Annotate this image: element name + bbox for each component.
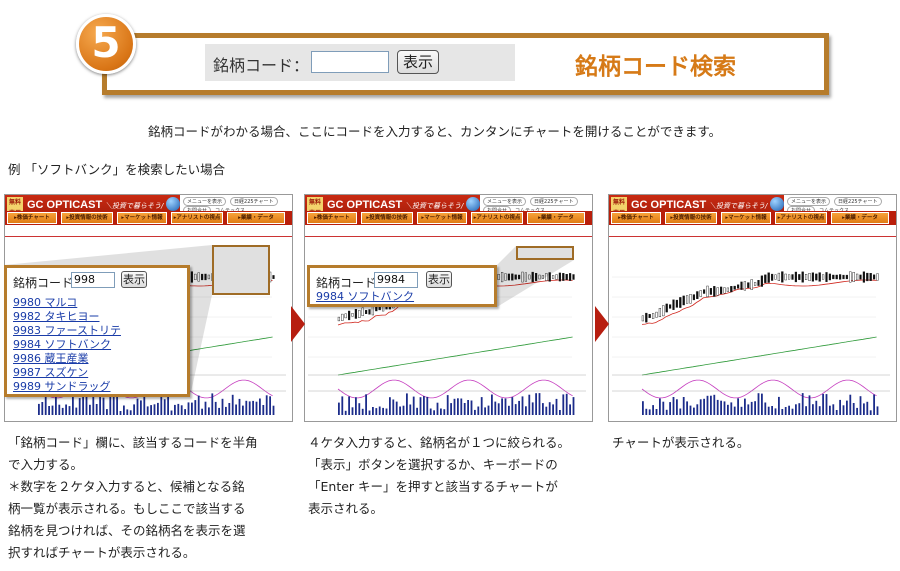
divider <box>609 236 896 237</box>
site-logo[interactable]: GC OPTICAST <box>27 199 102 211</box>
caption-line: 「銘柄コード」欄に、該当するコードを半角 <box>8 435 258 450</box>
caption-line: チャートが表示される。 <box>612 435 750 450</box>
site-logo[interactable]: GC OPTICAST <box>327 199 402 211</box>
globe-icon <box>466 197 480 211</box>
header-links: メニューを表示日経225チャートお問合せコムテックス <box>483 197 590 215</box>
stock-chart <box>612 257 890 419</box>
arrow-1-icon <box>291 306 305 342</box>
site-menu-item[interactable]: ▸業績・データ <box>227 212 285 224</box>
header-link[interactable]: メニューを表示 <box>483 197 527 206</box>
example-text: 例 「ソフトバンク」を検索したい場合 <box>8 162 226 177</box>
caption-step-1: 「銘柄コード」欄に、該当するコードを半角 で入力する。 ＊数字を２ケタ入力すると… <box>8 432 293 564</box>
site-menu-item[interactable]: ▸アナリストの視点 <box>775 212 827 224</box>
caption-line: ＊数字を２ケタ入力すると、候補となる銘 <box>8 479 245 494</box>
stock-chart-svg <box>612 257 890 419</box>
popup-show-button[interactable]: 表示 <box>121 271 147 288</box>
caption-line: で入力する。 <box>8 457 84 472</box>
globe-icon <box>770 197 784 211</box>
search-label: 銘柄コード： <box>213 56 310 75</box>
caption-line: 銘柄を見つければ、その銘柄名を表示を選 <box>8 523 246 538</box>
site-menu-item[interactable]: ▸投資情報の技術 <box>361 212 413 224</box>
suggest-popup-zoom: 銘柄コード： 998 表示 9980 マルコ 9982 タキヒヨー 9983 フ… <box>4 265 190 397</box>
caption-step-3: チャートが表示される。 <box>612 432 892 454</box>
site-screenshot-2: 無料専用 GC OPTICAST ＼投資で暮らそう/ メニューを表示日経225チ… <box>304 194 593 422</box>
site-menu-item[interactable]: ▸マーケット情報 <box>417 212 467 224</box>
divider <box>5 236 292 237</box>
caption-line: 柄一覧が表示される。もしここで該当する <box>8 501 246 516</box>
site-menu-item[interactable]: ▸マーケット情報 <box>117 212 167 224</box>
site-menu-item[interactable]: ▸アナリストの視点 <box>171 212 223 224</box>
caption-line: 表示される。 <box>308 501 384 516</box>
header-links: メニューを表示日経225チャートお問合せコムテックス <box>787 197 894 215</box>
popup-show-button[interactable]: 表示 <box>426 271 452 288</box>
suggestion-item[interactable]: 9984 ソフトバンク <box>316 288 414 304</box>
site-menu-bar: ▸株価チャート ▸投資情報の技術 ▸マーケット情報 ▸アナリストの視点 ▸業績・データ <box>609 211 896 225</box>
header-links: メニューを表示日経225チャートお問合せコムテックス <box>183 197 290 215</box>
caption-line: 「表示」ボタンを選択するか、キーボードの <box>308 457 558 472</box>
breadcrumb <box>8 227 291 235</box>
step-number-badge: 5 <box>76 14 136 74</box>
chart-toolbar <box>612 238 895 248</box>
site-menu-item[interactable]: ▸業績・データ <box>831 212 889 224</box>
site-tagline: ＼投資で暮らそう/ <box>105 202 164 210</box>
indicator-buttons <box>308 250 399 265</box>
popup-code-input[interactable]: 998 <box>71 272 115 288</box>
site-tagline: ＼投資で暮らそう/ <box>405 202 464 210</box>
site-menu-item[interactable]: ▸投資情報の技術 <box>61 212 113 224</box>
site-screenshot-3: 無料専用 GC OPTICAST ＼投資で暮らそう/ メニューを表示日経225チ… <box>608 194 897 422</box>
header-link[interactable]: メニューを表示 <box>183 197 227 206</box>
popup-code-input[interactable]: 9984 <box>374 272 418 288</box>
breadcrumb <box>308 227 591 235</box>
site-menu-item[interactable]: ▸業績・データ <box>527 212 585 224</box>
site-menu-item[interactable]: ▸株価チャート <box>307 212 357 224</box>
site-menu-item[interactable]: ▸アナリストの視点 <box>471 212 523 224</box>
indicator-buttons <box>612 250 703 265</box>
site-menu-item[interactable]: ▸投資情報の技術 <box>665 212 717 224</box>
site-menu-bar: ▸株価チャート ▸投資情報の技術 ▸マーケット情報 ▸アナリストの視点 ▸業績・データ <box>305 211 592 225</box>
code-search-input[interactable] <box>311 51 389 73</box>
site-menu-item[interactable]: ▸マーケット情報 <box>721 212 771 224</box>
header-link[interactable]: 日経225チャート <box>834 197 882 206</box>
arrow-2-icon <box>595 306 609 342</box>
mini-suggest-popup <box>212 245 270 295</box>
step-title: 銘柄コード検索 <box>575 54 736 80</box>
site-tagline: ＼投資で暮らそう/ <box>709 202 768 210</box>
caption-line: ４ケタ入力すると、銘柄名が１つに絞られる。 <box>308 435 571 450</box>
header-link[interactable]: 日経225チャート <box>530 197 578 206</box>
caption-line: 「Enter キー」を押すと該当するチャートが <box>308 479 558 494</box>
indicator-buttons <box>8 250 99 265</box>
intro-text: 銘柄コードがわかる場合、ここにコードを入力すると、カンタンにチャートを開けること… <box>148 124 722 139</box>
globe-icon <box>166 197 180 211</box>
caption-line: 択すればチャートが表示される。 <box>8 545 196 560</box>
site-menu-bar: ▸株価チャート ▸投資情報の技術 ▸マーケット情報 ▸アナリストの視点 ▸業績・データ <box>5 211 292 225</box>
header-link[interactable]: メニューを表示 <box>787 197 831 206</box>
site-menu-item[interactable]: ▸株価チャート <box>7 212 57 224</box>
single-result-popup-zoom: 銘柄コード： 9984 表示 9984 ソフトバンク <box>307 265 497 307</box>
site-logo[interactable]: GC OPTICAST <box>631 199 706 211</box>
suggestion-item[interactable]: 9989 サンドラッグ <box>13 378 111 394</box>
mini-result-popup <box>516 246 574 260</box>
site-menu-item[interactable]: ▸株価チャート <box>611 212 661 224</box>
breadcrumb <box>612 227 895 235</box>
code-search-panel: 銘柄コード： 表示 <box>205 44 515 81</box>
header-link[interactable]: 日経225チャート <box>230 197 278 206</box>
caption-step-2: ４ケタ入力すると、銘柄名が１つに絞られる。 「表示」ボタンを選択するか、キーボー… <box>308 432 598 520</box>
divider <box>305 236 592 237</box>
show-button[interactable]: 表示 <box>397 50 439 74</box>
